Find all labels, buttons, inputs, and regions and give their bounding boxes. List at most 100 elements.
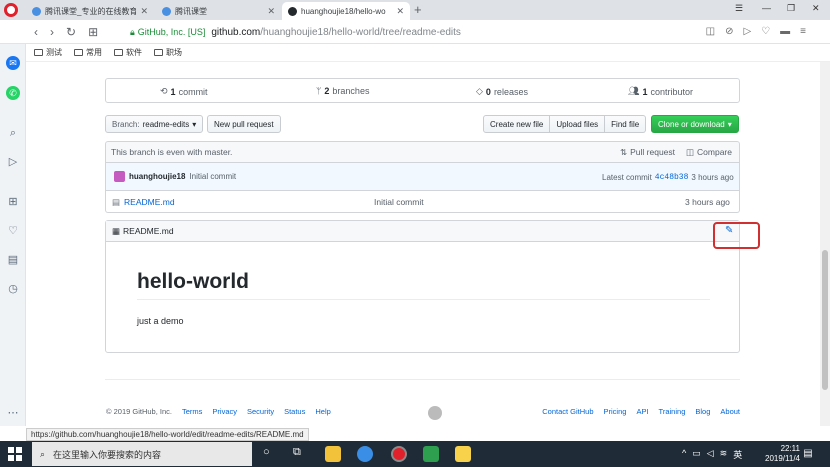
tab-tencent-2[interactable]: 腾讯课堂 ✕ <box>156 2 281 20</box>
url-field[interactable]: 🔒︎ GitHub, Inc. [US] github.com /huangho… <box>130 24 461 40</box>
network-icon[interactable]: ▭ <box>692 448 701 461</box>
find-file-button[interactable]: Find file <box>605 115 647 133</box>
table-row[interactable]: ▤ README.md <box>112 197 175 208</box>
releases-stat[interactable]: ◇ 0 releases <box>476 86 528 97</box>
notes-icon[interactable] <box>455 446 471 462</box>
opera-taskbar-icon[interactable] <box>391 446 407 462</box>
send-icon[interactable]: ▷ <box>743 26 751 37</box>
window-close-icon[interactable]: ✕ <box>812 3 820 14</box>
tab-tencent-1[interactable]: 腾讯课堂_专业的在线教育 ✕ <box>26 2 154 20</box>
footer-link[interactable]: Training <box>659 407 686 416</box>
readme-title: ▦ README.md <box>112 226 174 237</box>
bookmark-folder[interactable]: 职场 <box>154 47 182 58</box>
branches-label: branches <box>332 86 370 96</box>
ime-indicator[interactable]: 英 <box>733 448 742 461</box>
compare-link[interactable]: ◫ Compare <box>686 147 732 158</box>
close-icon[interactable]: ✕ <box>396 6 404 17</box>
pull-request-link[interactable]: ⇅ Pull request <box>620 147 675 158</box>
branches-stat[interactable]: ᛘ 2 branches <box>316 86 369 96</box>
clone-download-button[interactable]: Clone or download ▾ <box>651 115 739 133</box>
commit-sha[interactable]: 4c48b38 <box>655 173 689 182</box>
footer-link[interactable]: Privacy <box>212 407 237 416</box>
scrollbar-thumb[interactable] <box>822 250 828 390</box>
adblock-icon[interactable]: ⊘ <box>725 26 733 37</box>
whatsapp-icon[interactable]: ✆ <box>6 86 20 100</box>
github-logo-icon[interactable] <box>428 406 442 420</box>
footer-link[interactable]: API <box>636 407 648 416</box>
tab-github[interactable]: huanghoujie18/hello-wo ✕ <box>282 2 410 20</box>
people-icon: 👥︎ <box>628 86 640 96</box>
file-commit-message[interactable]: Initial commit <box>374 197 424 207</box>
volume-icon[interactable]: ◁ <box>707 448 714 461</box>
tab-menu-icon[interactable]: ☰ <box>735 3 743 14</box>
commits-label: commit <box>178 86 208 97</box>
footer-link[interactable]: Security <box>247 407 274 416</box>
cortana-icon[interactable]: ○ <box>263 446 270 458</box>
task-view-icon[interactable]: ⧉ <box>293 446 301 459</box>
search-icon[interactable]: ⌕ <box>6 126 20 140</box>
avatar[interactable] <box>114 171 125 182</box>
upload-files-button[interactable]: Upload files <box>550 115 606 133</box>
notification-icon[interactable]: ▤ <box>800 446 816 462</box>
branch-select[interactable]: Branch: readme-edits ▾ <box>105 115 204 133</box>
news-icon[interactable]: ▤ <box>6 253 20 267</box>
commit-author[interactable]: huanghoujie18 <box>129 172 185 181</box>
taskbar-search[interactable]: ⌕ 在这里输入你要搜索的内容 <box>32 442 252 466</box>
reload-icon[interactable]: ↻ <box>66 25 76 39</box>
bookmark-folder[interactable]: 常用 <box>74 47 102 58</box>
chevron-up-icon[interactable]: ^ <box>682 448 686 461</box>
bookmark-folder[interactable]: 软件 <box>114 47 142 58</box>
send-icon[interactable]: ▷ <box>6 155 20 169</box>
file-icon: ▤ <box>112 197 121 207</box>
footer-link[interactable]: Contact GitHub <box>542 407 593 416</box>
more-icon[interactable]: ⋯ <box>6 406 20 420</box>
footer-link[interactable]: Status <box>284 407 305 416</box>
search-icon: ⌕ <box>40 448 46 459</box>
battery-icon[interactable]: ▬ <box>780 26 790 37</box>
commits-stat[interactable]: ⟲ 1 commit <box>160 86 208 97</box>
windows-start-icon[interactable] <box>8 447 22 461</box>
wifi-icon[interactable]: ≋ <box>720 448 728 461</box>
messenger-icon[interactable]: ✉ <box>6 56 20 70</box>
new-pull-request-button[interactable]: New pull request <box>207 115 281 133</box>
maximize-icon[interactable]: ❐ <box>787 3 795 14</box>
forward-icon[interactable]: › <box>50 25 54 39</box>
footer-link[interactable]: Pricing <box>604 407 627 416</box>
heart-icon[interactable]: ♡ <box>761 26 770 37</box>
tencent-icon <box>162 6 171 16</box>
menu-icon[interactable]: ≡ <box>800 26 806 37</box>
opera-logo[interactable] <box>4 3 18 17</box>
commit-info: huanghoujie18 Initial commit <box>114 171 236 182</box>
back-icon[interactable]: ‹ <box>34 25 38 39</box>
contributors-stat[interactable]: 👥︎ 1 contributor <box>628 86 693 97</box>
tab-title: 腾讯课堂 <box>175 6 207 16</box>
footer-link[interactable]: Terms <box>182 407 202 416</box>
bookmark-folder[interactable]: 测试 <box>34 47 62 58</box>
footer-link[interactable]: Blog <box>695 407 710 416</box>
heart-icon[interactable]: ♡ <box>6 224 20 238</box>
camera-icon[interactable]: ◫ <box>706 26 715 37</box>
close-icon[interactable]: ✕ <box>140 6 148 17</box>
file-name-link[interactable]: README.md <box>124 197 175 208</box>
close-icon[interactable]: ✕ <box>267 6 275 17</box>
diff-icon: ◫ <box>686 147 695 157</box>
clock-date: 2019/11/4 <box>765 454 800 463</box>
clock[interactable]: 22:11 2019/11/4 <box>765 444 800 464</box>
speed-dial-icon[interactable]: ⊞ <box>88 25 98 39</box>
speed-dial-icon[interactable]: ⊞ <box>6 195 20 209</box>
file-explorer-icon[interactable] <box>325 446 341 462</box>
minimize-icon[interactable]: — <box>762 3 771 13</box>
commit-message[interactable]: Initial commit <box>189 172 236 181</box>
app-icon[interactable] <box>423 446 439 462</box>
system-tray: ^ ▭ ◁ ≋ 英 <box>682 448 742 461</box>
history-icon: ⟲ <box>160 86 168 96</box>
taskbar-search-text: 在这里输入你要搜索的内容 <box>53 449 162 460</box>
history-icon[interactable]: ◷ <box>6 282 20 296</box>
chrome-icon[interactable] <box>357 446 373 462</box>
create-new-file-button[interactable]: Create new file <box>483 115 551 133</box>
footer-link[interactable]: Help <box>315 407 330 416</box>
footer-divider <box>105 379 740 380</box>
footer-link[interactable]: About <box>720 407 740 416</box>
new-tab-button[interactable]: + <box>414 2 422 17</box>
branches-count: 2 <box>324 86 330 96</box>
